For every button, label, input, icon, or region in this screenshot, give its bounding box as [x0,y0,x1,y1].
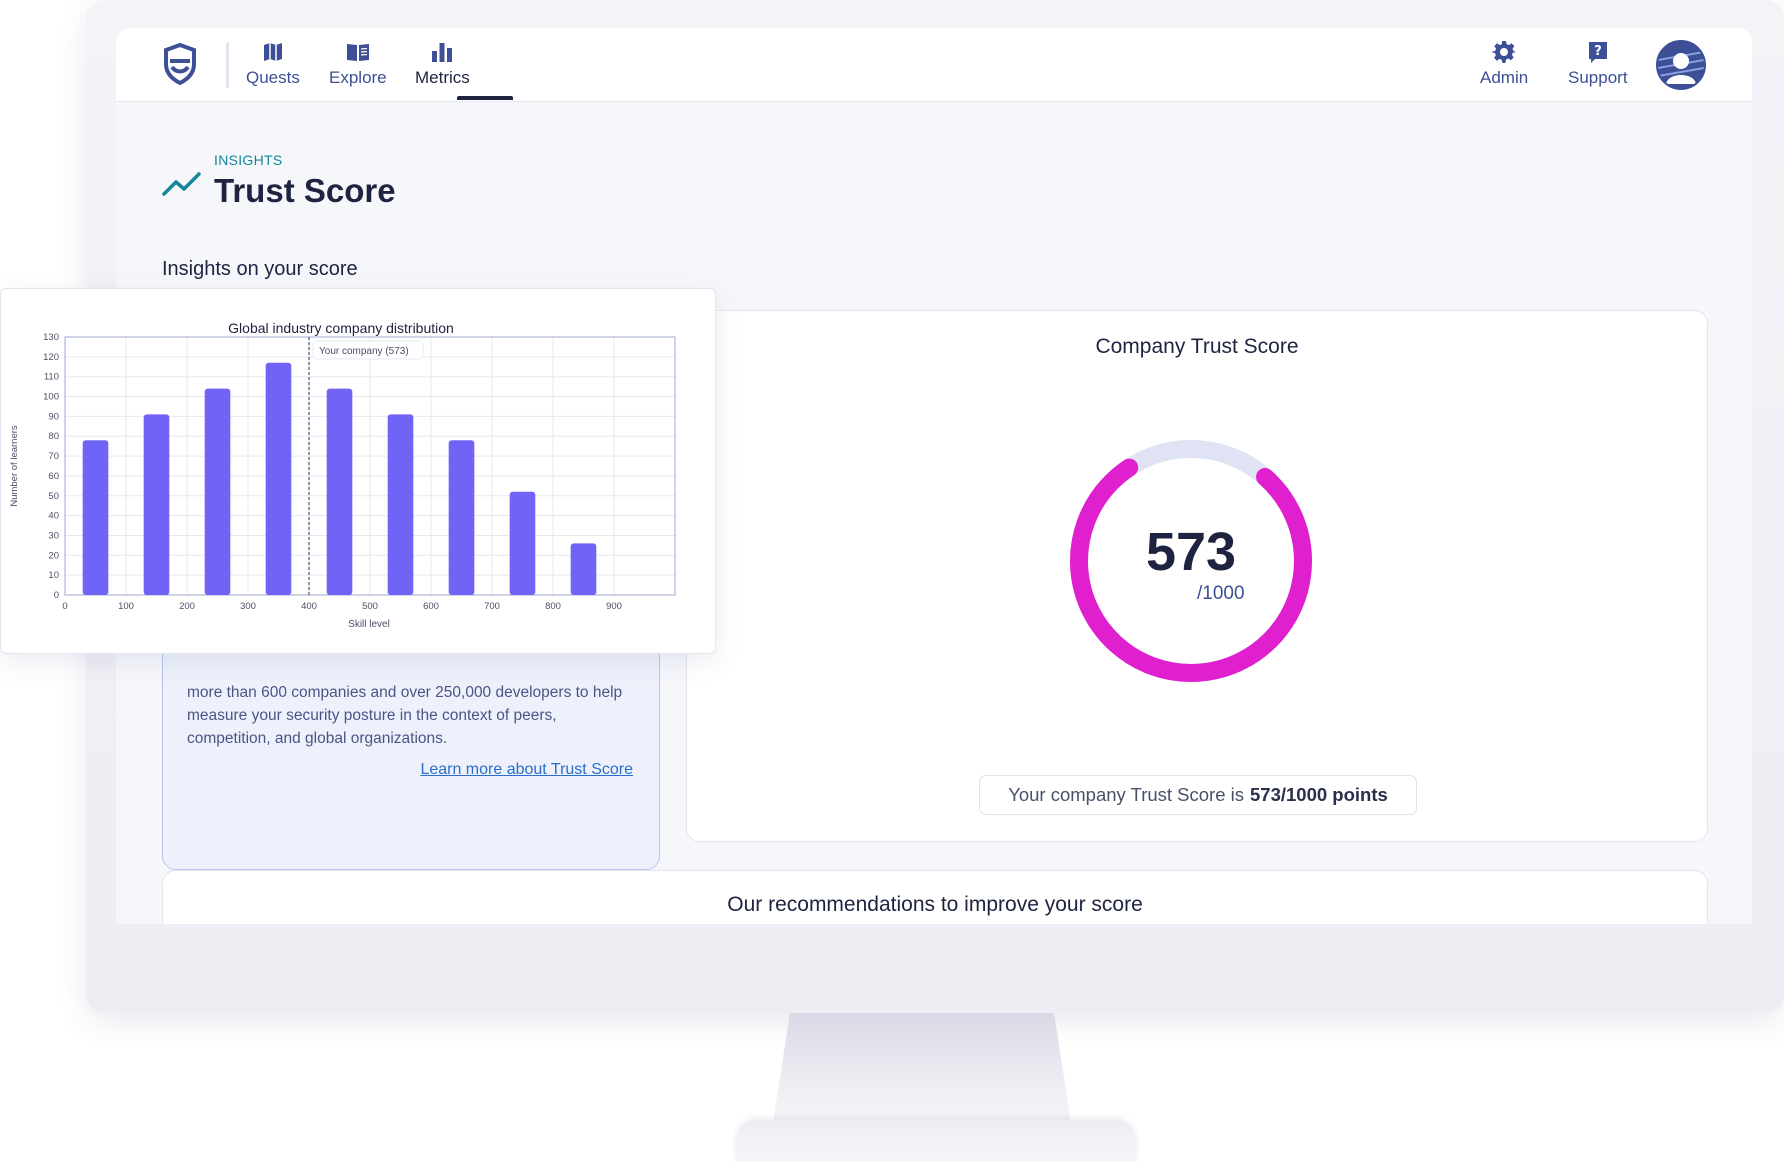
svg-text:?: ? [1594,44,1602,59]
top-navigation: Quests Explore Metrics Admin ? Support [116,28,1752,102]
bar [448,440,475,595]
bar [326,388,353,595]
nav-quests-label: Quests [246,68,300,87]
monitor-stand [772,1013,1072,1129]
distribution-chart-panel: Global industry company distribution 0 10 2… [0,288,716,654]
y-tick-label: 20 [48,550,59,561]
x-tick-label: 500 [362,601,378,612]
y-tick-label: 30 [48,530,59,541]
y-tick-label: 70 [48,451,59,462]
page-title: Trust Score [214,172,396,209]
x-tick-label: 300 [240,601,256,612]
y-tick-label: 50 [48,491,59,502]
x-axis-label: Skill level [348,619,390,630]
nav-admin-label: Admin [1480,68,1529,87]
monitor-base [736,1120,1136,1162]
y-tick-label: 80 [48,431,59,442]
bar [82,440,109,595]
company-marker-label: Your company (573) [319,346,409,357]
y-tick-label: 90 [48,411,59,422]
y-tick-label: 120 [43,352,59,363]
bar-chart-icon [429,40,455,64]
bar [143,414,170,595]
question-icon: ? [1585,40,1611,64]
x-tick-label: 100 [118,601,134,612]
x-tick-label: 800 [545,601,561,612]
shield-logo-icon[interactable] [162,42,198,86]
y-tick-label: 0 [54,590,59,601]
nav-support[interactable]: ? Support [1568,40,1628,88]
y-axis-label: Number of learners [9,425,20,507]
trend-up-icon [162,172,201,196]
y-tick-label: 130 [43,332,59,343]
x-tick-label: 200 [179,601,195,612]
nav-metrics-label: Metrics [415,68,470,87]
x-tick-label: 600 [423,601,439,612]
score-max: /1000 [1197,583,1245,604]
bar [387,414,414,595]
recommendations-card: Our recommendations to improve your scor… [162,870,1708,924]
nav-metrics[interactable]: Metrics [415,40,470,88]
info-description: more than 600 companies and over 250,000… [187,684,623,747]
company-score-card: Company Trust Score 573 /1000 Your compa… [686,310,1708,842]
user-avatar[interactable] [1656,40,1706,90]
nav-support-label: Support [1568,68,1628,87]
score-value: 573 [1145,522,1237,582]
nav-quests[interactable]: Quests [246,40,300,88]
bar [204,388,231,595]
x-tick-label: 0 [62,601,67,612]
recommendations-title: Our recommendations to improve your scor… [727,893,1143,916]
learn-more-link[interactable]: Learn more about Trust Score [420,761,633,779]
x-tick-label: 700 [484,601,500,612]
distribution-chart: Global industry company distribution 0 10 2… [9,320,676,630]
score-summary-bold: 573/1000 points [1250,784,1388,805]
score-card-title: Company Trust Score [1095,335,1299,358]
y-tick-label: 40 [48,511,59,522]
nav-explore[interactable]: Explore [329,40,387,88]
y-tick-label: 110 [44,372,59,383]
bar [509,491,536,595]
gear-icon [1491,40,1517,64]
nav-explore-label: Explore [329,68,387,87]
bar [265,362,292,595]
nav-admin[interactable]: Admin [1480,40,1528,88]
section-title: Insights on your score [162,258,358,280]
x-tick-label: 400 [301,601,317,612]
x-tick-label: 900 [606,601,622,612]
nav-divider [226,42,229,88]
y-tick-label: 60 [48,471,59,482]
book-icon [345,40,371,64]
active-tab-indicator [457,96,513,100]
y-tick-label: 100 [43,392,59,403]
score-summary-prefix: Your company Trust Score is [1008,784,1244,805]
score-summary: Your company Trust Score is 573/1000 poi… [979,775,1417,815]
page-kicker: INSIGHTS [214,152,283,168]
bar [570,543,597,595]
chart-title: Global industry company distribution [228,320,454,336]
y-tick-label: 10 [48,570,59,581]
map-icon [260,40,286,64]
